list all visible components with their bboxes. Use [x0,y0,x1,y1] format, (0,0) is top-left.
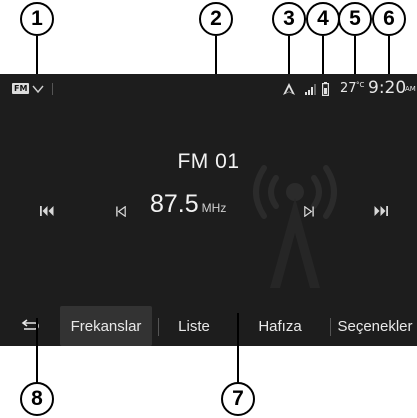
skip-back-icon [40,206,54,216]
phone-battery-icon [322,82,329,96]
tab-hafiza[interactable]: Hafıza [244,306,316,346]
callout-1: 1 [20,2,54,36]
clock-time: 9:20 [368,78,407,98]
previous-station-button[interactable] [30,194,64,228]
next-station-button[interactable] [364,194,398,228]
callout-7-leader [237,313,239,384]
station-name: FM 01 [177,150,240,173]
seek-forward-button[interactable] [292,194,326,228]
callout-2: 2 [199,2,233,36]
tab-separator [158,318,159,336]
signal-strength-icon [305,84,316,95]
callout-8: 8 [20,382,54,416]
tab-separator [330,318,331,336]
tab-liste[interactable]: Liste [164,306,224,346]
frequency-unit: MHz [201,201,227,215]
tab-secenekler[interactable]: Seçenekler [334,306,416,346]
seek-back-button[interactable] [104,194,138,228]
callout-7: 7 [221,382,255,416]
seek-forward-icon [304,205,314,217]
navigation-arrow-icon [283,83,295,95]
seek-back-icon [116,205,126,217]
radio-screen: FM 27 °C 9:20 AM FM 01 87.5 MHz Frekansl… [0,74,417,346]
bottom-tab-bar: Frekanslar Liste Hafıza Seçenekler [0,306,417,346]
callout-3: 3 [272,2,306,36]
back-button[interactable] [10,306,50,346]
skip-forward-icon [374,206,388,216]
source-dropdown-chevron-icon[interactable] [32,85,44,94]
frequency-value: 87.5 [150,190,199,218]
callout-6: 6 [372,2,406,36]
callout-5: 5 [338,2,372,36]
callout-4: 4 [306,2,340,36]
clock-ampm: AM [405,85,416,93]
temperature-unit: °C [356,81,365,89]
status-bar: FM 27 °C 9:20 AM [0,74,417,104]
callout-8-leader [36,318,38,384]
frequency-display: 87.5 MHz [150,190,280,219]
source-badge[interactable]: FM [12,83,30,94]
tab-frekanslar[interactable]: Frekanslar [60,306,152,346]
temperature: 27 [340,81,357,96]
status-divider [52,83,53,95]
